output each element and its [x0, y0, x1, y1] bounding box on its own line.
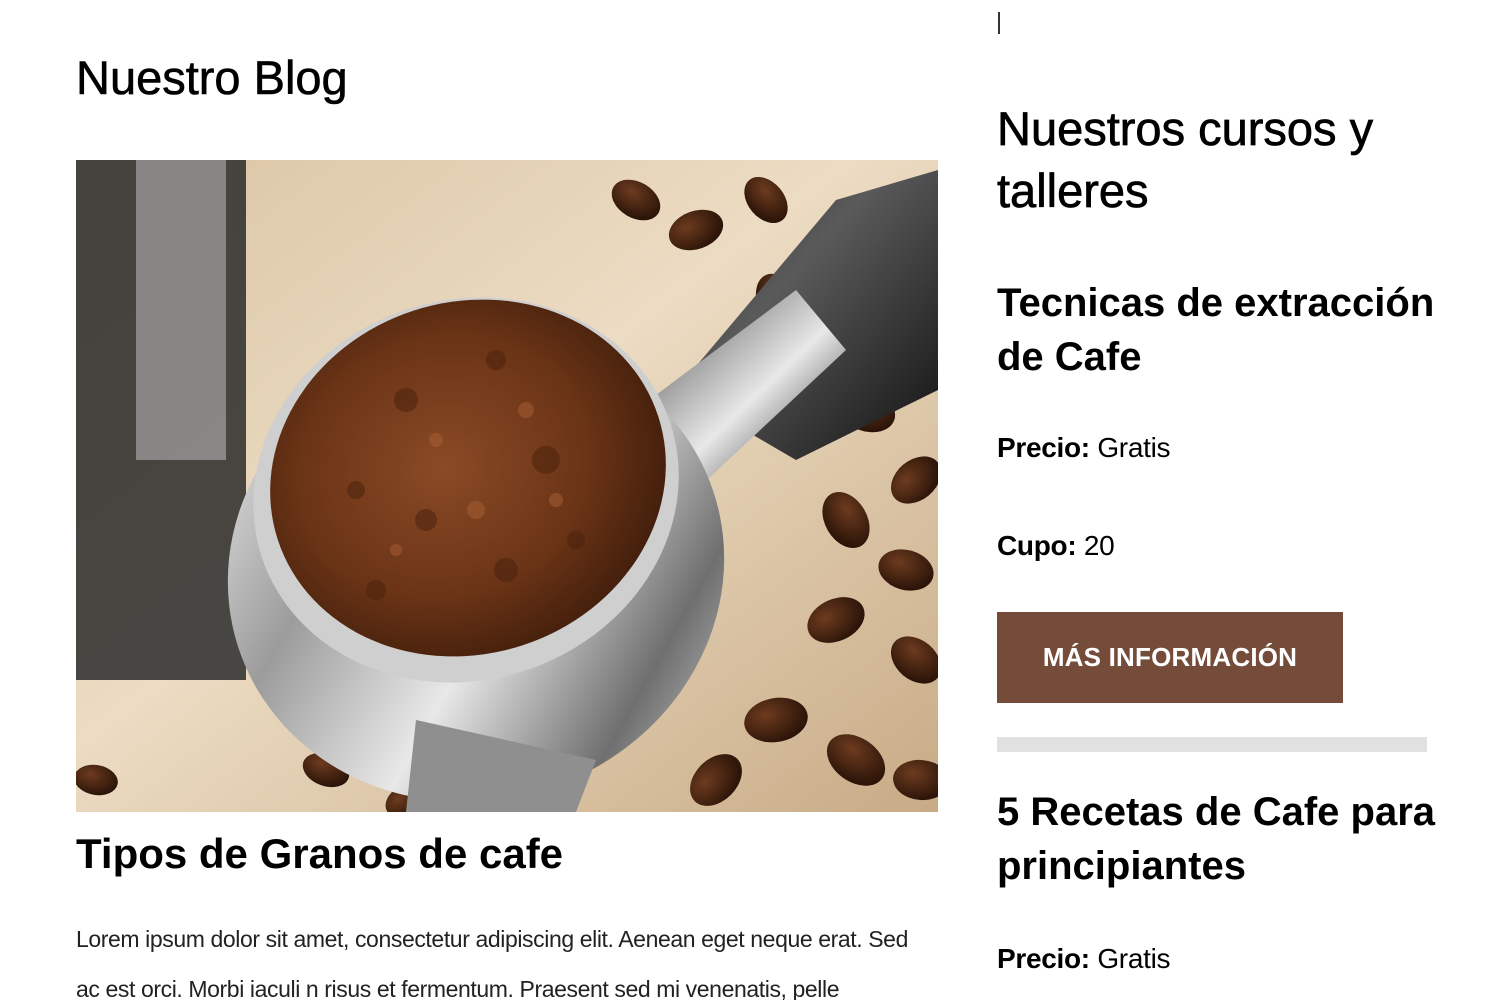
- course-quota-label: Cupo:: [997, 530, 1077, 561]
- more-info-button[interactable]: MÁS INFORMACIÓN: [997, 612, 1343, 703]
- course-title: Tecnicas de extracción de Cafe: [997, 281, 1435, 379]
- course-quota: Cupo: 20: [997, 528, 1115, 564]
- course-price-label: Precio:: [997, 432, 1090, 463]
- course-price: Precio: Gratis: [997, 430, 1171, 466]
- course-price: Precio: Gratis: [997, 941, 1171, 977]
- course-price-value: Gratis: [1097, 943, 1171, 974]
- course-price-label: Precio:: [997, 943, 1090, 974]
- course-card: 5 Recetas de Cafe para principiantes Pre…: [997, 785, 1437, 974]
- course-quota-value: 20: [1083, 530, 1115, 561]
- blog-heading: Nuestro Blog: [76, 51, 348, 105]
- course-card: Tecnicas de extracción de Cafe Precio: G…: [997, 276, 1437, 703]
- post-title[interactable]: Tipos de Granos de cafe: [76, 826, 563, 882]
- sidebar-heading: Nuestros cursos y talleres: [997, 102, 1374, 218]
- page: Nuestro Blog Tipos de Granos de cafe Lor…: [0, 0, 1500, 1000]
- divider: [997, 737, 1427, 752]
- post-image[interactable]: [76, 160, 938, 812]
- course-title: 5 Recetas de Cafe para principiantes: [997, 790, 1436, 888]
- text-cursor-icon: [998, 12, 1000, 34]
- post-excerpt: Lorem ipsum dolor sit amet, consectetur …: [76, 926, 908, 1000]
- course-price-value: Gratis: [1097, 432, 1171, 463]
